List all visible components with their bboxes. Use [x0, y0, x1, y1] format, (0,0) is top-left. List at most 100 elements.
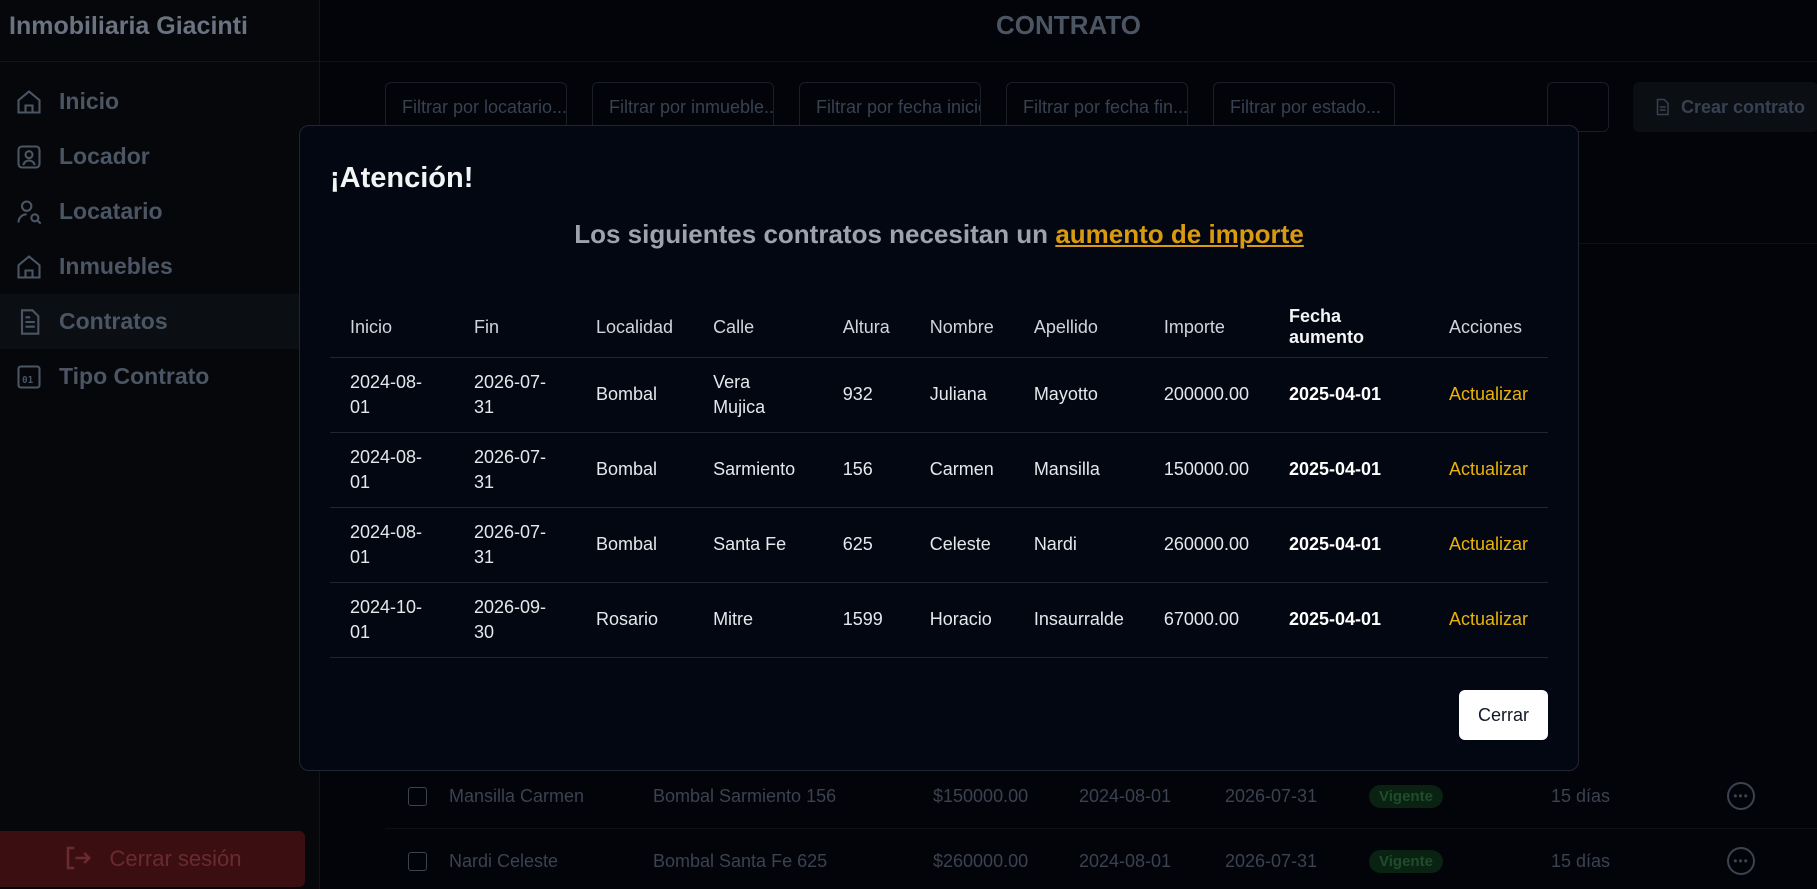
cell-fecha-aumento: 2025-04-01	[1268, 582, 1429, 658]
cell-vencimiento: 15 días	[1551, 850, 1611, 871]
cell-calle: Vera Mujica	[693, 357, 823, 433]
sidebar-item-label: Inicio	[59, 88, 120, 114]
cell-inicio: 2024-08-01	[1079, 850, 1172, 871]
row-checkbox[interactable]	[408, 851, 427, 871]
app-root: Inmobiliaria Giacinti Inicio Locador Loc…	[0, 0, 1817, 889]
cell-altura: 932	[822, 357, 910, 433]
page-title: CONTRATO	[320, 0, 1817, 62]
cell-fin: 2026-09-30	[454, 582, 576, 658]
logout-button[interactable]: Cerrar sesión	[0, 831, 305, 887]
user-search-icon	[14, 197, 44, 227]
table-row: Mansilla Carmen Bombal Sarmiento 156 $15…	[385, 764, 1817, 829]
cell-localidad: Bombal	[576, 507, 694, 583]
cell-estado: Vigente	[1369, 784, 1551, 808]
table-row: 2024-08-01 2026-07-31 Bombal Santa Fe 62…	[330, 507, 1548, 583]
table-row: 2024-10-01 2026-09-30 Rosario Mitre 1599…	[330, 582, 1548, 658]
status-badge: Vigente	[1369, 849, 1443, 873]
cell-vencimiento: 15 días	[1551, 785, 1611, 806]
update-link[interactable]: Actualizar	[1428, 507, 1548, 583]
sidebar-nav: Inicio Locador Locatario Inmuebles Contr…	[0, 74, 319, 404]
cell-locatario: Nardi Celeste	[449, 850, 559, 871]
brand-name: Inmobiliaria Giacinti	[0, 0, 319, 62]
col-calle: Calle	[693, 298, 823, 358]
col-altura: Altura	[822, 298, 910, 358]
update-link[interactable]: Actualizar	[1428, 582, 1548, 658]
cell-fecha-aumento: 2025-04-01	[1268, 507, 1429, 583]
create-contract-label: Crear contrato	[1681, 96, 1806, 117]
sidebar-item-contratos[interactable]: Contratos	[0, 294, 319, 349]
sidebar-item-locatario[interactable]: Locatario	[0, 184, 319, 239]
row-actions-menu-icon[interactable]: •••	[1727, 847, 1755, 875]
cell-importe: 260000.00	[1143, 507, 1269, 583]
cell-apellido: Insaurralde	[1013, 582, 1144, 658]
cell-apellido: Mansilla	[1013, 432, 1144, 508]
svg-text:01: 01	[22, 374, 34, 385]
col-apellido: Apellido	[1013, 298, 1144, 358]
cell-calle: Sarmiento	[693, 432, 823, 508]
col-importe: Importe	[1143, 298, 1269, 358]
update-link[interactable]: Actualizar	[1428, 357, 1548, 433]
logout-label: Cerrar sesión	[109, 846, 242, 871]
cell-fin: 2026-07-31	[454, 432, 576, 508]
cell-fin: 2026-07-31	[1225, 850, 1318, 871]
sidebar-item-label: Inmuebles	[59, 253, 173, 279]
binary-icon: 01	[14, 362, 44, 392]
cell-calle: Mitre	[693, 582, 823, 658]
table-row: 2024-08-01 2026-07-31 Bombal Vera Mujica…	[330, 357, 1548, 433]
cell-nombre: Carmen	[909, 432, 1014, 508]
cell-importe: 200000.00	[1143, 357, 1269, 433]
row-checkbox[interactable]	[408, 786, 427, 806]
sidebar-item-label: Locador	[59, 143, 150, 169]
sidebar-item-label: Contratos	[59, 308, 168, 334]
sidebar-item-tipo-contrato[interactable]: 01 Tipo Contrato	[0, 349, 319, 404]
row-actions-menu-icon[interactable]: •••	[1727, 782, 1755, 810]
cell-inmueble: Bombal Santa Fe 625	[653, 850, 828, 871]
modal-title: ¡Atención!	[330, 162, 474, 194]
sidebar-item-inicio[interactable]: Inicio	[0, 74, 319, 129]
close-button[interactable]: Cerrar	[1459, 690, 1548, 740]
sidebar: Inmobiliaria Giacinti Inicio Locador Loc…	[0, 0, 320, 889]
home-icon	[14, 87, 44, 117]
cell-inicio: 2024-08-01	[330, 432, 454, 508]
cell-locatario: Mansilla Carmen	[449, 785, 585, 806]
cell-localidad: Rosario	[576, 582, 694, 658]
modal-subtitle-text: Los siguientes contratos necesitan un	[574, 219, 1049, 249]
cell-altura: 625	[822, 507, 910, 583]
cell-fin: 2026-07-31	[1225, 785, 1318, 806]
user-square-icon	[14, 142, 44, 172]
cell-fecha-aumento: 2025-04-01	[1268, 432, 1429, 508]
sidebar-item-label: Locatario	[59, 198, 163, 224]
col-fin: Fin	[454, 298, 576, 358]
update-link[interactable]: Actualizar	[1428, 432, 1548, 508]
cell-altura: 156	[822, 432, 910, 508]
table-row: 2024-08-01 2026-07-31 Bombal Sarmiento 1…	[330, 432, 1548, 508]
cell-nombre: Horacio	[909, 582, 1014, 658]
cell-localidad: Bombal	[576, 357, 694, 433]
cell-fin: 2026-07-31	[454, 507, 576, 583]
cell-apellido: Mayotto	[1013, 357, 1144, 433]
cell-importe: $260000.00	[933, 850, 1029, 871]
status-badge: Vigente	[1369, 784, 1443, 808]
cell-importe: 150000.00	[1143, 432, 1269, 508]
col-nombre: Nombre	[909, 298, 1014, 358]
sidebar-item-locador[interactable]: Locador	[0, 129, 319, 184]
col-inicio: Inicio	[330, 298, 454, 358]
create-contract-button[interactable]: Crear contrato	[1633, 82, 1817, 132]
table-header-row: Inicio Fin Localidad Calle Altura Nombre…	[330, 298, 1548, 358]
cell-calle: Santa Fe	[693, 507, 823, 583]
cell-apellido: Nardi	[1013, 507, 1144, 583]
cell-inmueble: Bombal Sarmiento 156	[653, 785, 837, 806]
cell-inicio: 2024-08-01	[1079, 785, 1172, 806]
document-icon	[1653, 97, 1671, 117]
cell-nombre: Celeste	[909, 507, 1014, 583]
col-localidad: Localidad	[576, 298, 694, 358]
cell-altura: 1599	[822, 582, 910, 658]
cell-inicio: 2024-10-01	[330, 582, 454, 658]
sidebar-item-label: Tipo Contrato	[59, 363, 210, 389]
cell-nombre: Juliana	[909, 357, 1014, 433]
cell-inicio: 2024-08-01	[330, 507, 454, 583]
increase-contracts-table: Inicio Fin Localidad Calle Altura Nombre…	[330, 298, 1548, 658]
sidebar-item-inmuebles[interactable]: Inmuebles	[0, 239, 319, 294]
cell-importe: 67000.00	[1143, 582, 1269, 658]
logout-icon	[63, 843, 95, 875]
